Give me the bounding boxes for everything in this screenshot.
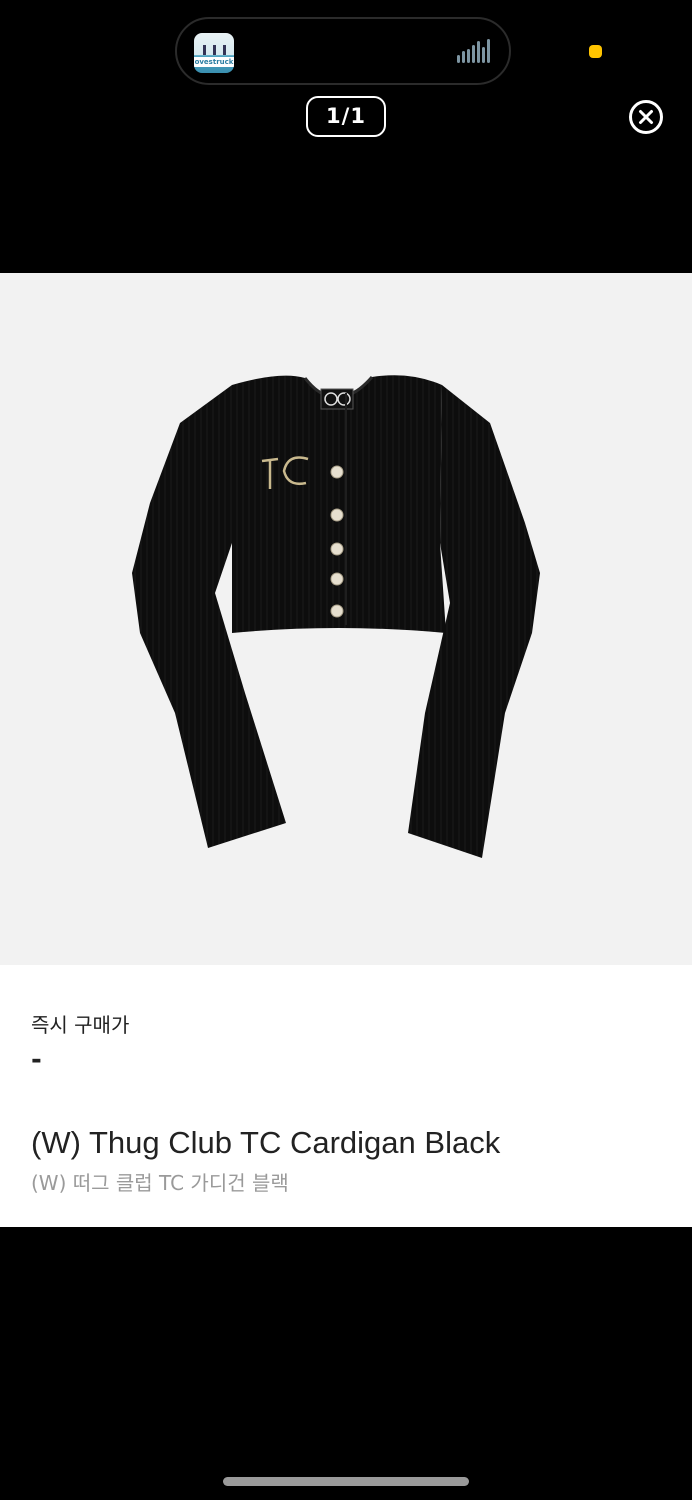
product-name: (W) Thug Club TC Cardigan Black <box>31 1125 501 1160</box>
product-image[interactable] <box>0 273 692 965</box>
product-name-korean: (W) 떠그 클럽 TC 가디건 블랙 <box>31 1171 289 1195</box>
close-button[interactable] <box>628 99 664 135</box>
album-art: ovestruck <box>194 33 234 73</box>
privacy-indicator-dot <box>589 45 602 58</box>
price-value: - <box>31 1045 42 1075</box>
price-label: 즉시 구매가 <box>31 1013 130 1037</box>
waveform-icon <box>457 39 497 67</box>
screen: ovestruck 1/1 즉시 구매가 - (W) Thug Club TC … <box>0 0 692 1500</box>
close-circle-icon <box>629 100 663 134</box>
home-indicator[interactable] <box>223 1477 469 1486</box>
product-info-panel: 즉시 구매가 - (W) Thug Club TC Cardigan Black… <box>0 965 692 1227</box>
page-counter: 1/1 <box>306 96 386 137</box>
album-caption: ovestruck <box>194 57 234 67</box>
now-playing-pill[interactable]: ovestruck <box>175 17 511 85</box>
cardigan-illustration <box>132 375 540 858</box>
